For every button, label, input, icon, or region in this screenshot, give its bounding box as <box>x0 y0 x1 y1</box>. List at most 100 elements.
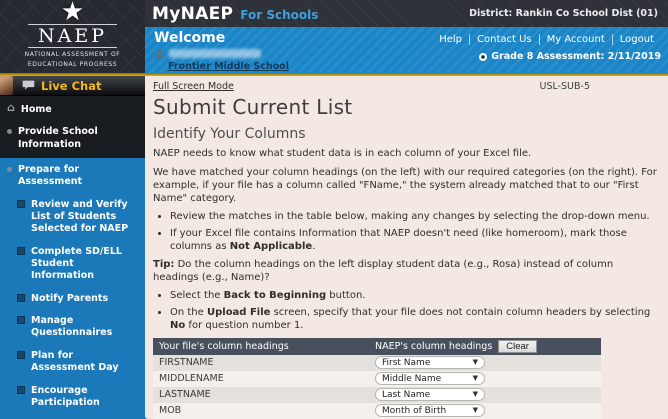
table-body: FIRSTNAME First Name ▼ MIDDLENAME Middle Nam… <box>153 354 601 419</box>
chevron-down-icon: ▼ <box>472 390 478 399</box>
file-column-heading: MOB <box>159 405 182 417</box>
sidebar-item-update-student-list[interactable]: Update Student List <box>0 414 153 419</box>
sidebar-item-label: Complete SD/ELL Student Information <box>31 245 122 282</box>
page-code: USL-SUB-5 <box>539 81 590 92</box>
assessment-radio-icon[interactable] <box>479 52 488 61</box>
instruction-bullet: If your Excel file contains Information … <box>170 228 658 254</box>
sidebar-item-notify-parents[interactable]: Notify Parents <box>0 288 145 310</box>
welcome-label: Welcome <box>154 30 226 46</box>
selected-naep-heading: First Name <box>382 357 431 368</box>
naep-headings-column-header: NAEP's column headings <box>375 340 493 352</box>
sidebar-item-label: Home <box>20 104 52 115</box>
naep-logo-panel: ★ NAEP National Assessment of Educationa… <box>0 0 145 73</box>
selected-naep-heading: Month of Birth <box>382 405 447 416</box>
match-explanation-paragraph: We have matched your column headings (on… <box>153 167 657 204</box>
sidebar-item-complete-sd-ell-student-information[interactable]: Complete SD/ELL Student Information <box>0 241 145 288</box>
chat-bubble-icon <box>22 80 35 90</box>
table-row: MOB Month of Birth ▼ <box>153 402 601 419</box>
chevron-down-icon: ▼ <box>472 406 478 415</box>
checkbox-square-icon <box>17 350 25 359</box>
section-title: Identify Your Columns <box>153 126 306 142</box>
instruction-list-1: Review the matches in the table below, m… <box>159 211 658 253</box>
tip-paragraph: Tip: Do the column headings on the left … <box>153 259 614 284</box>
top-header-band: MyNAEP For Schools District: Rankin Co S… <box>145 0 668 27</box>
checkbox-square-icon <box>17 199 25 208</box>
selected-naep-heading: Last Name <box>382 389 431 400</box>
checkbox-square-icon <box>17 316 25 325</box>
chevron-down-icon: ▼ <box>472 358 478 367</box>
user-name-redacted <box>169 49 261 58</box>
sidebar-item-label: Manage Questionnaires <box>31 315 113 339</box>
header-link-my-account[interactable]: My Account <box>538 34 612 45</box>
brand-title: MyNAEP <box>152 3 234 24</box>
naep-heading-select-mob[interactable]: Month of Birth ▼ <box>375 404 485 418</box>
sidebar-item-provide-school-information[interactable]: Provide School Information <box>0 121 145 156</box>
sidebar-item-label: Prepare for Assessment <box>18 164 83 188</box>
full-screen-mode-link[interactable]: Full Screen Mode <box>153 81 234 92</box>
table-row: FIRSTNAME First Name ▼ <box>153 354 601 371</box>
sidebar-item-home[interactable]: ⌂ Home <box>0 99 145 121</box>
checkbox-square-icon <box>17 246 25 255</box>
sidebar-item-plan-for-assessment-day[interactable]: Plan for Assessment Day <box>0 345 145 380</box>
school-name-link[interactable]: Frontier Middle School <box>168 61 289 72</box>
sidebar-item-prepare-for-assessment[interactable]: Prepare for Assessment <box>0 159 145 194</box>
checkbox-square-icon <box>17 385 25 394</box>
instruction-bullet: Review the matches in the table below, m… <box>170 211 658 224</box>
naep-logo-text: NAEP <box>28 24 117 48</box>
sidebar-item-encourage-participation[interactable]: Encourage Participation <box>0 380 145 415</box>
brand-subtitle: For Schools <box>240 7 319 22</box>
naep-logo-tagline: National Assessment of Educational Progr… <box>24 51 121 68</box>
sidebar-item-review-and-verify-list-of-students-selected-for-naep[interactable]: Review and Verify List of Students Selec… <box>0 194 145 241</box>
table-row: LASTNAME Last Name ▼ <box>153 386 601 403</box>
nav-group-prepare: Prepare for Assessment Review and Verify … <box>0 158 153 419</box>
header-links: Help Contact Us My Account Logout <box>432 34 661 45</box>
brand: MyNAEP For Schools <box>145 4 318 24</box>
live-chat-label: Live Chat <box>41 78 102 93</box>
sidebar-nav: ⌂ Home Provide School Information Prepare … <box>0 96 153 419</box>
naep-heading-select-firstname[interactable]: First Name ▼ <box>375 356 485 370</box>
header-link-help[interactable]: Help <box>432 34 469 45</box>
live-chat-button[interactable]: Live Chat <box>0 76 145 96</box>
welcome-user-row <box>154 48 261 59</box>
bullet-dot-icon <box>7 129 12 135</box>
file-headings-column-header: Your file's column headings <box>159 340 289 352</box>
sidebar-item-label: Encourage Participation <box>31 384 100 408</box>
file-column-heading: MIDDLENAME <box>159 373 224 385</box>
page-title: Submit Current List <box>153 95 353 119</box>
file-column-heading: FIRSTNAME <box>159 357 214 369</box>
blue-header-band: Welcome Frontier Middle School Help Conta… <box>145 27 668 73</box>
naep-star-icon: ★ <box>60 0 85 27</box>
file-column-heading: LASTNAME <box>159 389 211 401</box>
sidebar-item-label: Plan for Assessment Day <box>31 349 119 374</box>
column-match-table: Your file's column headings NAEP's colum… <box>153 337 601 419</box>
live-chat-agent-avatar <box>0 76 13 95</box>
sidebar-item-manage-questionnaires[interactable]: Manage Questionnaires <box>0 310 145 345</box>
home-icon: ⌂ <box>7 101 15 114</box>
mynaep-app: ★ NAEP National Assessment of Educationa… <box>0 0 668 419</box>
instruction-bullet: On the Upload File screen, specify that … <box>170 307 658 333</box>
sidebar-item-label: Review and Verify List of Students Selec… <box>31 198 129 235</box>
assessment-label: Grade 8 Assessment: 2/11/2019 <box>491 51 661 62</box>
chevron-down-icon: ▼ <box>472 374 478 383</box>
header-link-contact-us[interactable]: Contact Us <box>469 34 539 45</box>
district-label: District: Rankin Co School Dist (01) <box>469 8 658 19</box>
header-link-logout[interactable]: Logout <box>611 34 661 45</box>
sidebar-item-label: Notify Parents <box>31 292 109 304</box>
table-row: MIDDLENAME Middle Name ▼ <box>153 370 601 387</box>
nav-group-top: ⌂ Home Provide School Information <box>0 96 145 158</box>
selected-naep-heading: Middle Name <box>382 373 442 384</box>
instruction-bullet: Select the Back to Beginning button. <box>170 290 658 303</box>
sidebar: Live Chat ⌂ Home Provide School Informatio… <box>0 76 153 419</box>
gold-divider <box>0 73 668 76</box>
naep-heading-select-lastname[interactable]: Last Name ▼ <box>375 388 485 402</box>
bullet-dot-icon <box>7 167 12 173</box>
sidebar-item-label: Provide School Information <box>18 126 98 150</box>
naep-heading-select-middlename[interactable]: Middle Name ▼ <box>375 372 485 386</box>
checkbox-square-icon <box>17 293 25 302</box>
assessment-row: Grade 8 Assessment: 2/11/2019 <box>479 51 661 62</box>
intro-paragraph: NAEP needs to know what student data is … <box>153 148 532 159</box>
instruction-list-2: Select the Back to Beginning button. On t… <box>159 290 658 332</box>
main-content: Full Screen Mode USL-SUB-5 Submit Curren… <box>145 76 668 419</box>
table-header-row: Your file's column headings NAEP's colum… <box>153 337 601 355</box>
clear-button[interactable]: Clear <box>498 339 537 353</box>
